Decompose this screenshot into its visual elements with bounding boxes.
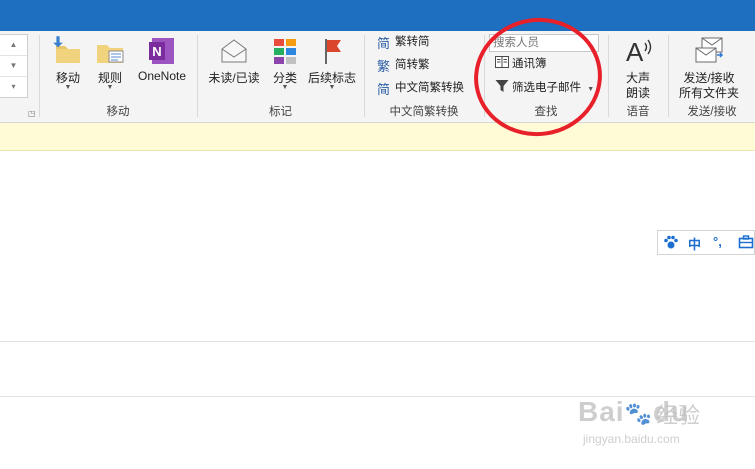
svg-text:N: N — [152, 44, 161, 59]
traditional-to-simplified-label: 繁转简 — [395, 36, 430, 48]
send-receive-group: 发送/接收 所有文件夹 发送/接收 — [669, 31, 755, 122]
read-aloud-label-2: 朗读 — [625, 86, 650, 100]
chinese-conversion-label: 中文简繁转换 — [395, 82, 464, 94]
move-group-label: 移动 — [106, 106, 130, 118]
quick-steps-gallery[interactable]: ▲ ▼ ▾ — [0, 34, 28, 98]
toolbox-icon[interactable] — [738, 234, 754, 251]
tags-group: 未读/已读 分类 ▼ 后续标志 ▼ 标记 — [198, 31, 363, 122]
send-receive-all-button[interactable]: 发送/接收 所有文件夹 — [669, 33, 749, 100]
categorize-button[interactable]: 分类 ▼ — [268, 33, 302, 97]
read-aloud-button[interactable]: A 大声 朗读 — [615, 33, 661, 100]
follow-up-button[interactable]: 后续标志 ▼ — [304, 33, 360, 97]
chevron-down-icon: ▼ — [281, 84, 289, 91]
onenote-icon: N — [149, 38, 174, 64]
simplified-char-icon: 简 — [377, 36, 391, 51]
chinese-conversion-button[interactable]: 简中文简繁转换 — [377, 78, 464, 98]
ribbon: ▲ ▼ ▾ ◳ 移动 ▼ 规则 ▼ N OneNote 移动 未读/已读 分类 … — [0, 31, 755, 123]
conversion-char-icon: 简 — [377, 82, 391, 97]
send-receive-group-label: 发送/接收 — [687, 106, 737, 118]
chevron-down-icon: ▼ — [328, 84, 336, 91]
ime-toolbar[interactable]: 中 °, — [657, 230, 755, 255]
gallery-down-icon[interactable]: ▼ — [0, 56, 27, 77]
gallery-up-icon[interactable]: ▲ — [0, 35, 27, 56]
info-bar — [0, 123, 755, 151]
unread-read-label: 未读/已读 — [208, 71, 260, 85]
onenote-label: OneNote — [137, 69, 187, 83]
rules-icon — [97, 45, 124, 63]
envelope-open-icon — [221, 39, 247, 63]
list-divider — [0, 341, 755, 342]
chinese-conversion-group: 简繁转简 繁简转繁 简中文简繁转换 中文简繁转换 — [365, 31, 483, 122]
svg-text:A: A — [626, 37, 644, 67]
ime-punctuation-toggle[interactable]: °, — [713, 234, 722, 249]
onenote-button[interactable]: N OneNote — [132, 33, 192, 97]
quick-steps-group: ▲ ▼ ▾ ◳ — [0, 31, 38, 122]
baidu-watermark: Bai🐾du 经验 jingyan.baidu.com — [578, 396, 718, 456]
send-receive-icon — [695, 37, 724, 63]
traditional-char-icon: 繁 — [377, 59, 391, 74]
move-button[interactable]: 移动 ▼ — [48, 33, 88, 97]
move-folder-icon — [53, 36, 80, 63]
ime-language-toggle[interactable]: 中 — [688, 234, 701, 253]
simplified-to-traditional-button[interactable]: 繁简转繁 — [377, 55, 430, 75]
title-bar — [0, 0, 755, 31]
simplified-to-traditional-label: 简转繁 — [395, 59, 430, 71]
categorize-icon — [274, 39, 296, 64]
gallery-more-icon[interactable]: ▾ — [0, 77, 27, 97]
read-aloud-icon: A — [626, 37, 652, 67]
tags-group-label: 标记 — [269, 106, 292, 118]
unread-read-button[interactable]: 未读/已读 — [202, 33, 266, 97]
rules-button[interactable]: 规则 ▼ — [90, 33, 130, 97]
speech-group-label: 语音 — [626, 106, 650, 118]
move-group: 移动 ▼ 规则 ▼ N OneNote 移动 — [40, 31, 196, 122]
send-receive-label-2: 所有文件夹 — [678, 86, 739, 100]
chevron-down-icon: ▼ — [64, 84, 72, 91]
watermark-product: 经验 — [656, 403, 701, 428]
chevron-down-icon: ▼ — [106, 84, 114, 91]
watermark-url: jingyan.baidu.com — [583, 432, 680, 446]
speech-group: A 大声 朗读 语音 — [609, 31, 667, 122]
traditional-to-simplified-button[interactable]: 简繁转简 — [377, 32, 430, 52]
dialog-launcher-icon[interactable]: ◳ — [28, 109, 36, 118]
chinese-group-label: 中文简繁转换 — [389, 106, 459, 118]
paw-icon[interactable] — [663, 234, 679, 251]
flag-icon — [325, 39, 341, 64]
